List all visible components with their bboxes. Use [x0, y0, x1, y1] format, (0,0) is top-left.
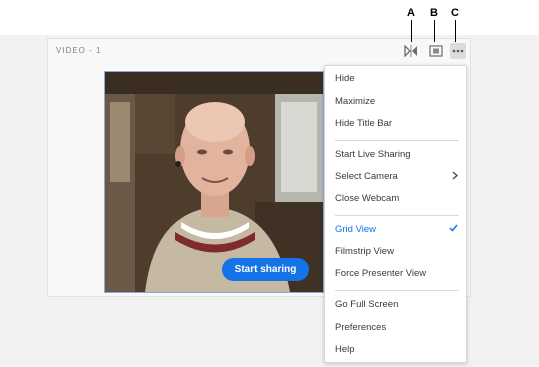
menu-item-go-full-screen[interactable]: Go Full Screen	[325, 294, 466, 314]
callout-c-line	[455, 20, 456, 42]
callout-a: A	[407, 7, 415, 19]
menu-item-hide[interactable]: Hide	[325, 68, 466, 88]
callout-b: B	[430, 7, 438, 19]
menu-item-grid-view[interactable]: Grid View	[325, 219, 466, 239]
callout-b-line	[434, 20, 435, 42]
menu-item-force-presenter-view[interactable]: Force Presenter View	[325, 263, 466, 283]
mirror-icon	[404, 45, 417, 57]
fit-screen-icon	[429, 45, 443, 57]
mirror-video-button[interactable]	[403, 43, 419, 59]
menu-divider	[335, 215, 459, 216]
menu-item-select-camera[interactable]: Select Camera	[325, 166, 466, 186]
checkmark-icon	[449, 224, 458, 232]
menu-item-filmstrip-view[interactable]: Filmstrip View	[325, 241, 466, 261]
callout-a-line	[411, 20, 412, 42]
menu-item-preferences[interactable]: Preferences	[325, 317, 466, 337]
start-sharing-button[interactable]: Start sharing	[222, 258, 309, 281]
callout-c: C	[451, 7, 459, 19]
more-options-button[interactable]	[450, 43, 466, 59]
menu-item-label: Select Camera	[335, 170, 398, 182]
chevron-right-icon	[452, 171, 458, 180]
pod-title: VIDEO - 1	[56, 46, 102, 55]
menu-item-hide-title-bar[interactable]: Hide Title Bar	[325, 113, 466, 133]
menu-item-maximize[interactable]: Maximize	[325, 91, 466, 111]
menu-divider	[335, 140, 459, 141]
menu-divider	[335, 290, 459, 291]
menu-item-start-live-sharing[interactable]: Start Live Sharing	[325, 144, 466, 164]
pod-options-menu: Hide Maximize Hide Title Bar Start Live …	[324, 65, 467, 363]
more-options-icon	[452, 49, 464, 53]
menu-item-label: Grid View	[335, 223, 377, 235]
fit-screen-button[interactable]	[428, 43, 444, 59]
menu-item-close-webcam[interactable]: Close Webcam	[325, 188, 466, 208]
menu-item-help[interactable]: Help	[325, 339, 466, 359]
